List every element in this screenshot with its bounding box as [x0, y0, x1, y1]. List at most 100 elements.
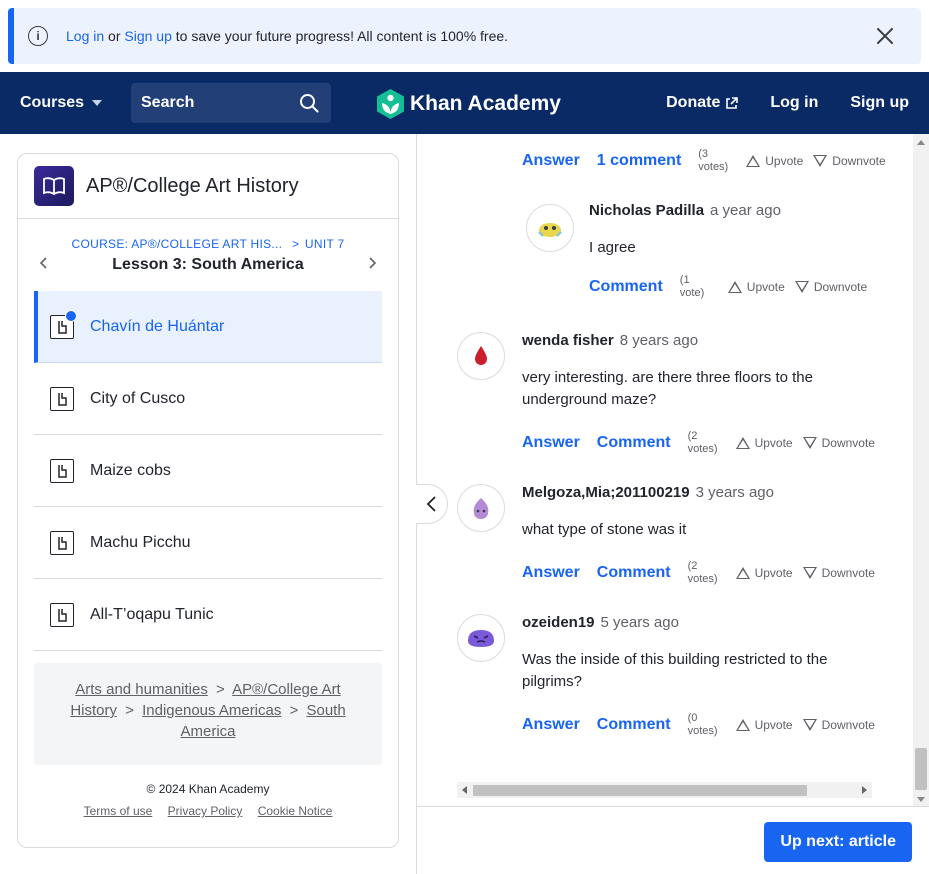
- bottom-bar: Up next: article: [417, 806, 929, 874]
- horizontal-scrollbar[interactable]: [457, 782, 872, 798]
- comments-toggle[interactable]: 1 comment: [597, 152, 681, 170]
- comment-button[interactable]: Comment: [597, 564, 671, 582]
- comment-author: ozeiden19 5 years ago: [522, 614, 679, 631]
- breadcrumb-arts[interactable]: Arts and humanities: [75, 681, 208, 698]
- lesson-item-maize[interactable]: Maize cobs: [34, 435, 382, 507]
- downvote-icon: [802, 437, 817, 449]
- course-unit-crumb: COURSE: AP®/COLLEGE ART HIS... > UNIT 7: [18, 237, 398, 251]
- chevron-left-icon: [426, 496, 436, 512]
- upvote-label: Upvote: [754, 436, 793, 450]
- logo-text: Khan Academy: [410, 92, 561, 115]
- reply-actions: Comment (1 vote) Upvote Downvote: [589, 274, 877, 300]
- top-nav: Courses Khan Academy Donate Log in Sign …: [0, 72, 929, 134]
- scroll-thumb[interactable]: [915, 748, 927, 790]
- search-icon[interactable]: [299, 93, 319, 113]
- upvote-button[interactable]: Upvote: [746, 154, 803, 168]
- vote-count: (3 votes): [698, 148, 729, 173]
- privacy-link[interactable]: Privacy Policy: [168, 804, 243, 818]
- nav-signup-link[interactable]: Sign up: [850, 94, 909, 112]
- banner-text: to save your future progress! All conten…: [175, 28, 509, 44]
- comment-text: very interesting. are there three floors…: [522, 369, 813, 408]
- downvote-button[interactable]: Downvote: [813, 154, 886, 168]
- downvote-button[interactable]: Downvote: [802, 436, 875, 450]
- answer-button[interactable]: Answer: [522, 152, 580, 170]
- downvote-button[interactable]: Downvote: [794, 280, 867, 294]
- comment-button[interactable]: Comment: [597, 434, 671, 452]
- comment-age: 3 years ago: [695, 484, 774, 501]
- answer-button[interactable]: Answer: [522, 716, 580, 734]
- upvote-button[interactable]: Upvote: [727, 280, 785, 294]
- topic-breadcrumb: Arts and humanities > AP®/College Art Hi…: [34, 663, 382, 765]
- upvote-button[interactable]: Upvote: [735, 436, 793, 450]
- search-input[interactable]: [141, 94, 291, 112]
- crumb-course-link[interactable]: COURSE: AP®/COLLEGE ART HIS...: [72, 237, 283, 251]
- donate-link[interactable]: Donate: [666, 94, 739, 112]
- chevron-right-icon[interactable]: [364, 255, 380, 271]
- vote-count: (1 vote): [679, 274, 705, 299]
- upvote-icon: [746, 155, 761, 167]
- upvote-label: Upvote: [754, 566, 793, 580]
- chevron-down-icon: [92, 100, 103, 106]
- external-link-icon: [726, 96, 739, 109]
- downvote-icon: [802, 567, 817, 579]
- khan-academy-logo[interactable]: Khan Academy: [377, 89, 561, 119]
- lesson-item-label: City of Cusco: [90, 389, 186, 407]
- author-name[interactable]: Nicholas Padilla: [589, 202, 704, 219]
- cookie-link[interactable]: Cookie Notice: [258, 804, 333, 818]
- downvote-label: Downvote: [821, 566, 875, 580]
- comment-author: Nicholas Padilla a year ago: [589, 202, 781, 219]
- breadcrumb-separator: >: [289, 702, 299, 719]
- downvote-button[interactable]: Downvote: [802, 566, 875, 580]
- vertical-scrollbar[interactable]: [913, 134, 929, 806]
- nav-login-link[interactable]: Log in: [770, 94, 818, 112]
- crumb-separator: >: [291, 237, 300, 251]
- course-title[interactable]: AP®/College Art History: [86, 175, 299, 198]
- downvote-icon: [802, 719, 817, 731]
- comment-button[interactable]: Comment: [589, 278, 663, 296]
- scroll-thumb[interactable]: [473, 785, 807, 796]
- close-icon[interactable]: [875, 26, 895, 46]
- downvote-button[interactable]: Downvote: [802, 718, 875, 732]
- avatar: [526, 204, 574, 252]
- comment-button[interactable]: Comment: [597, 716, 671, 734]
- lesson-item-chavin[interactable]: Chavín de Huántar: [34, 291, 382, 363]
- scroll-up-arrow-icon[interactable]: [917, 140, 925, 145]
- lesson-item-tunic[interactable]: All-T’oqapu Tunic: [34, 579, 382, 651]
- chevron-left-icon[interactable]: [36, 255, 52, 271]
- author-name[interactable]: Melgoza,Mia;201100219: [522, 484, 690, 501]
- breadcrumb-unit[interactable]: Indigenous Americas: [142, 702, 281, 719]
- banner-login-link[interactable]: Log in: [66, 28, 104, 44]
- article-icon: [50, 602, 74, 627]
- avatar: [457, 332, 505, 380]
- question-actions: Answer 1 comment (3 votes) Upvote Downvo…: [522, 148, 896, 174]
- avatar: [457, 484, 505, 532]
- avatar: [457, 614, 505, 662]
- comment-author: wenda fisher 8 years ago: [522, 332, 698, 349]
- up-next-button[interactable]: Up next: article: [764, 822, 912, 862]
- discussion-pane: Answer 1 comment (3 votes) Upvote Downvo…: [416, 134, 929, 874]
- author-name[interactable]: ozeiden19: [522, 614, 595, 631]
- comment-age: 8 years ago: [619, 332, 699, 349]
- scroll-down-arrow-icon[interactable]: [917, 797, 925, 802]
- comment-text: I agree: [589, 239, 636, 256]
- comment-author: Melgoza,Mia;201100219 3 years ago: [522, 484, 774, 501]
- lesson-item-machu-picchu[interactable]: Machu Picchu: [34, 507, 382, 579]
- scroll-left-arrow-icon[interactable]: [462, 786, 467, 794]
- article-icon: [50, 386, 74, 411]
- lesson-item-cusco[interactable]: City of Cusco: [34, 363, 382, 435]
- upvote-label: Upvote: [765, 154, 804, 168]
- author-name[interactable]: wenda fisher: [522, 332, 614, 349]
- banner-signup-link[interactable]: Sign up: [124, 28, 171, 44]
- crumb-unit-link[interactable]: UNIT 7: [305, 237, 345, 251]
- upvote-button[interactable]: Upvote: [735, 566, 793, 580]
- answer-button[interactable]: Answer: [522, 564, 580, 582]
- scroll-right-arrow-icon[interactable]: [862, 786, 867, 794]
- upvote-button[interactable]: Upvote: [735, 718, 793, 732]
- terms-link[interactable]: Terms of use: [84, 804, 153, 818]
- upvote-icon: [727, 281, 742, 293]
- footer-links: Terms of use Privacy Policy Cookie Notic…: [18, 804, 398, 818]
- vote-count: (2 votes): [687, 560, 718, 585]
- upvote-label: Upvote: [746, 280, 785, 294]
- courses-menu-button[interactable]: Courses: [20, 94, 103, 112]
- answer-button[interactable]: Answer: [522, 434, 580, 452]
